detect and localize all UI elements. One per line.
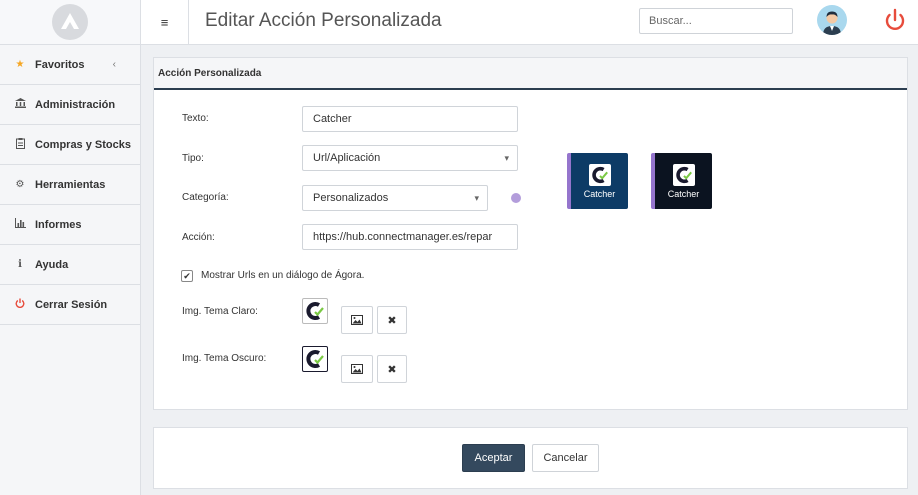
close-icon: ✖ <box>387 314 397 327</box>
bank-icon <box>14 98 26 111</box>
preview-dark-label: Catcher <box>667 188 700 199</box>
remove-image-claro-button[interactable]: ✖ <box>377 306 407 334</box>
preview-tile-light: Catcher <box>567 153 628 209</box>
gears-icon: ⚙ <box>15 179 25 190</box>
texto-label: Texto: <box>182 113 209 124</box>
accept-button[interactable]: Aceptar <box>462 444 525 472</box>
categoria-label: Categoría: <box>182 192 229 203</box>
category-color-dot[interactable] <box>511 193 521 203</box>
custom-action-panel: Acción Personalizada Texto: Catcher Tipo… <box>153 57 908 410</box>
sidebar-item-label: Herramientas <box>35 178 106 191</box>
mostrar-urls-checkbox[interactable]: ✔ <box>181 270 193 282</box>
img-oscuro-label: Img. Tema Oscuro: <box>182 353 267 364</box>
sidebar-item-administracion[interactable]: Administración <box>0 85 140 125</box>
top-header: ≡ Editar Acción Personalizada <box>141 0 918 45</box>
remove-image-oscuro-button[interactable]: ✖ <box>377 355 407 383</box>
page-title: Editar Acción Personalizada <box>205 10 442 31</box>
select-image-claro-button[interactable] <box>341 306 373 334</box>
texto-input[interactable]: Catcher <box>302 106 518 132</box>
select-image-oscuro-button[interactable] <box>341 355 373 383</box>
accion-input[interactable]: https://hub.connectmanager.es/repar <box>302 224 518 250</box>
sidebar-item-compras[interactable]: Compras y Stocks <box>0 125 140 165</box>
img-oscuro-thumbnail <box>302 346 328 372</box>
sidebar-item-herramientas[interactable]: ⚙ Herramientas <box>0 165 140 205</box>
image-icon <box>351 364 363 374</box>
catcher-logo-icon <box>672 163 695 186</box>
power-icon[interactable] <box>883 8 907 34</box>
sidebar-item-ayuda[interactable]: i Ayuda <box>0 245 140 285</box>
info-icon: i <box>18 259 22 270</box>
bar-chart-icon <box>14 218 26 231</box>
image-icon <box>351 315 363 325</box>
footer-actions: Aceptar Cancelar <box>153 427 908 489</box>
img-claro-label: Img. Tema Claro: <box>182 306 258 317</box>
logo-icon <box>52 4 88 40</box>
categoria-select[interactable]: Personalizados <box>302 185 488 211</box>
sidebar-item-cerrar-sesion[interactable]: Cerrar Sesión <box>0 285 140 325</box>
img-claro-thumbnail <box>302 298 328 324</box>
sidebar: ★ Favoritos ‹ Administración Compras y S… <box>0 0 141 495</box>
sidebar-item-label: Cerrar Sesión <box>35 298 108 311</box>
tipo-label: Tipo: <box>182 153 204 164</box>
power-icon <box>14 298 26 311</box>
sidebar-item-informes[interactable]: Informes <box>0 205 140 245</box>
avatar[interactable] <box>817 5 847 35</box>
clipboard-icon <box>14 137 26 152</box>
sidebar-item-label: Informes <box>35 218 82 231</box>
preview-tile-dark: Catcher <box>651 153 712 209</box>
sidebar-item-favoritos[interactable]: ★ Favoritos ‹ <box>0 45 140 85</box>
sidebar-item-label: Compras y Stocks <box>35 138 131 151</box>
search-input[interactable] <box>639 8 793 34</box>
sidebar-item-label: Administración <box>35 98 116 111</box>
categoria-select-value: Personalizados <box>313 192 389 204</box>
close-icon: ✖ <box>387 363 397 376</box>
preview-light-label: Catcher <box>583 188 616 199</box>
accion-label: Acción: <box>182 232 215 243</box>
catcher-logo-icon <box>588 163 611 186</box>
logo-area[interactable] <box>0 0 140 45</box>
sidebar-item-label: Favoritos <box>35 58 85 71</box>
star-icon: ★ <box>15 59 25 70</box>
hamburger-menu-icon[interactable]: ≡ <box>141 0 189 45</box>
sidebar-item-label: Ayuda <box>35 258 69 271</box>
mostrar-urls-label: Mostrar Urls en un diálogo de Ágora. <box>201 270 365 281</box>
panel-title: Acción Personalizada <box>154 58 907 90</box>
tipo-select-value: Url/Aplicación <box>313 152 381 164</box>
tipo-select[interactable]: Url/Aplicación <box>302 145 518 171</box>
cancel-button[interactable]: Cancelar <box>532 444 599 472</box>
chevron-left-icon: ‹ <box>112 59 116 70</box>
